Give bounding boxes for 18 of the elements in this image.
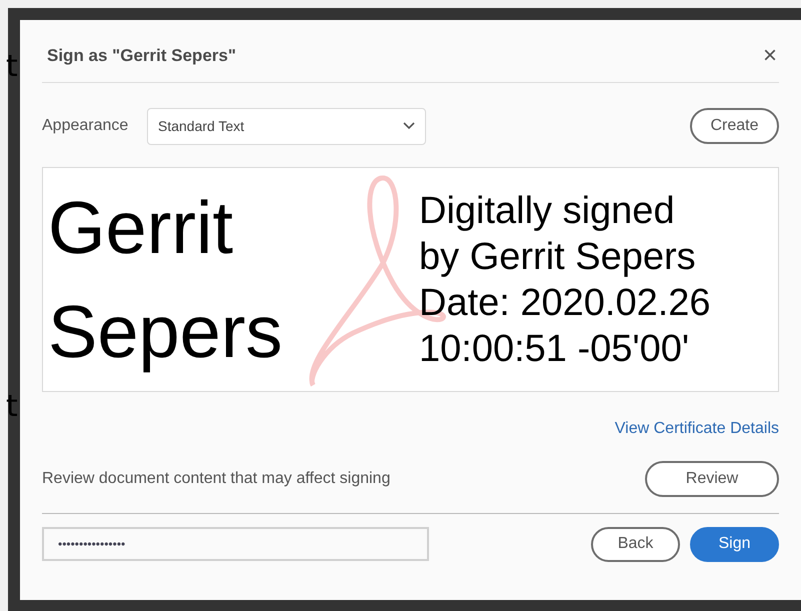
create-button[interactable]: Create bbox=[690, 108, 779, 144]
signature-detail: 10:00:51 -05'00' bbox=[419, 326, 690, 372]
close-button[interactable]: × bbox=[762, 44, 779, 68]
chevron-down-icon bbox=[403, 122, 415, 130]
back-button[interactable]: Back bbox=[591, 526, 680, 562]
appearance-dropdown[interactable]: Standard Text bbox=[147, 108, 426, 144]
signature-detail: by Gerrit Sepers bbox=[419, 234, 697, 280]
review-notice: Review document content that may affect signing bbox=[42, 469, 390, 489]
signature-detail: Digitally signed bbox=[419, 188, 676, 234]
signature-name: Gerrit bbox=[48, 184, 234, 270]
dialog-title: Sign as "Gerrit Sepers" bbox=[46, 45, 236, 68]
password-field[interactable]: •••••••••••••••• bbox=[42, 527, 429, 561]
review-button[interactable]: Review bbox=[645, 461, 779, 497]
signature-name: Sepers bbox=[48, 288, 284, 374]
certificate-details-link[interactable]: View Certificate Details bbox=[614, 416, 779, 440]
appearance-label: Appearance bbox=[42, 116, 130, 136]
sign-button[interactable]: Sign bbox=[690, 526, 779, 562]
signature-detail: Date: 2020.02.26 bbox=[419, 280, 711, 326]
